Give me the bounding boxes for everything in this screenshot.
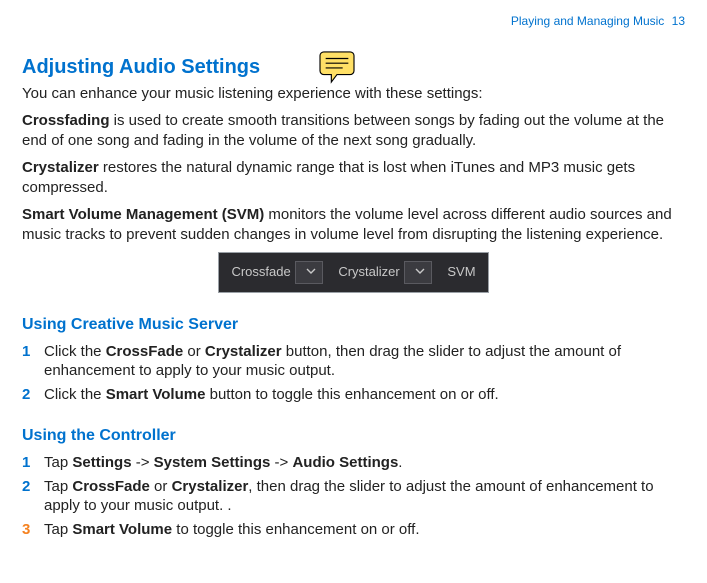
feature-desc: is used to create smooth transitions bet… (22, 112, 664, 149)
controller-steps: 1 Tap Settings -> System Settings -> Aud… (22, 453, 685, 539)
intro-text: You can enhance your music listening exp… (22, 84, 685, 104)
feature-term: Crossfading (22, 112, 110, 129)
step-number: 1 (22, 453, 44, 473)
feature-term: Crystalizer (22, 159, 99, 176)
feature-desc: restores the natural dynamic range that … (22, 159, 635, 196)
toolbar-item-svm: SVM (447, 264, 475, 281)
step-number: 1 (22, 342, 44, 362)
toolbar-crystalizer-label: Crystalizer (338, 264, 399, 281)
page-number: 13 (672, 14, 685, 28)
feature-crystalizer: Crystalizer restores the natural dynamic… (22, 158, 685, 197)
feature-svm: Smart Volume Management (SVM) monitors t… (22, 205, 685, 244)
toolbar-crossfade-label: Crossfade (231, 264, 290, 281)
toolbar-svm-label: SVM (447, 264, 475, 281)
server-steps: 1 Click the CrossFade or Crystalizer but… (22, 342, 685, 405)
step-number: 2 (22, 477, 44, 497)
audio-toolbar-screenshot: Crossfade Crystalizer SVM (22, 252, 685, 293)
toolbar-crystalizer-dropdown (404, 261, 432, 284)
chevron-down-icon (306, 266, 316, 276)
toolbar-crossfade-dropdown (295, 261, 323, 284)
step-text: Tap Settings -> System Settings -> Audio… (44, 453, 685, 473)
list-item: 1 Click the CrossFade or Crystalizer but… (22, 342, 685, 381)
feature-term: Smart Volume Management (SVM) (22, 206, 264, 223)
step-text: Click the Smart Volume button to toggle … (44, 385, 685, 405)
feature-crossfading: Crossfading is used to create smooth tra… (22, 111, 685, 150)
step-text: Tap Smart Volume to toggle this enhancem… (44, 520, 685, 540)
running-header: Playing and Managing Music 13 (22, 14, 685, 30)
toolbar-item-crossfade: Crossfade (231, 261, 322, 284)
list-item: 3 Tap Smart Volume to toggle this enhanc… (22, 520, 685, 540)
chevron-down-icon (415, 266, 425, 276)
note-icon (318, 50, 356, 84)
subheading-server: Using Creative Music Server (22, 315, 685, 336)
step-number: 3 (22, 520, 44, 540)
step-text: Tap CrossFade or Crystalizer, then drag … (44, 477, 685, 516)
step-number: 2 (22, 385, 44, 405)
subheading-controller: Using the Controller (22, 426, 685, 447)
list-item: 2 Click the Smart Volume button to toggl… (22, 385, 685, 405)
running-header-section: Playing and Managing Music (511, 14, 664, 28)
list-item: 2 Tap CrossFade or Crystalizer, then dra… (22, 477, 685, 516)
step-text: Click the CrossFade or Crystalizer butto… (44, 342, 685, 381)
toolbar-item-crystalizer: Crystalizer (338, 261, 431, 284)
list-item: 1 Tap Settings -> System Settings -> Aud… (22, 453, 685, 473)
